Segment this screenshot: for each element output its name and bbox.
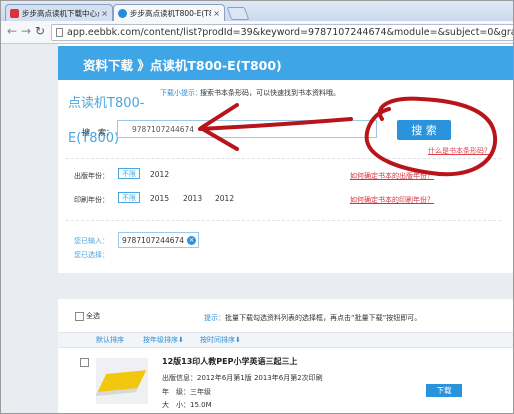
new-tab-button[interactable] <box>226 7 250 20</box>
sort-by-time-label: 按时间排序 <box>200 336 235 344</box>
sort-bar: 默认排序 按年级排序⬇ 按时间排序⬇ <box>58 332 513 348</box>
site-favicon-icon <box>10 8 19 18</box>
item-publish-info: 出版信息：2012年6月第1版 2013年6月第2次印刷 <box>162 374 323 382</box>
book-icon <box>95 370 147 396</box>
selected-label: 您已选择： <box>74 251 109 259</box>
entered-keyword-tag: 9787107244674 × <box>118 232 200 248</box>
what-is-barcode-link[interactable]: 什么是书本条形码？ <box>428 146 491 156</box>
sort-default[interactable]: 默认排序 <box>96 335 124 345</box>
item-title[interactable]: 12版13印人教PEP小学英语三起三上 <box>162 356 297 367</box>
search-button[interactable]: 搜 索 <box>397 120 451 140</box>
page-icon <box>56 28 63 37</box>
close-icon[interactable]: × <box>213 9 220 18</box>
print-year-option[interactable]: 2012 <box>215 194 234 203</box>
sort-by-time[interactable]: 按时间排序⬇ <box>200 335 241 345</box>
banner: 资料下载 》点读机T800-E(T800) <box>58 46 513 80</box>
tab-title: 步步高点读机T800-E(T8 <box>130 8 212 18</box>
batch-hint: 提示：批量下载勾选资料列表的选择框，再点击“批量下载”按钮即可。 <box>204 313 421 323</box>
item-size: 大 小：15.0M <box>162 401 212 409</box>
item-grade: 年 级：三年级 <box>162 388 211 396</box>
tab-strip: 步步高点读机下载中心点 × 步步高点读机T800-E(T8 × <box>1 1 513 21</box>
search-label: 搜 索： <box>82 128 114 137</box>
remove-icon[interactable]: × <box>187 235 197 245</box>
select-all-checkbox[interactable] <box>75 312 84 321</box>
select-all-label: 全选 <box>86 312 100 320</box>
tab-download-center[interactable]: 步步高点读机下载中心点 × <box>5 4 113 21</box>
divider <box>66 220 501 221</box>
search-input[interactable] <box>117 120 377 138</box>
sort-by-grade-label: 按年级排序 <box>143 336 178 344</box>
hint-prefix: 提示： <box>204 314 225 322</box>
print-year-option[interactable]: 2015 <box>150 194 169 203</box>
download-button[interactable]: 下载 <box>426 384 462 397</box>
book-thumbnail <box>95 358 148 404</box>
arrow-down-icon: ⬇ <box>178 336 184 344</box>
divider <box>66 158 501 159</box>
item-checkbox[interactable] <box>80 358 89 367</box>
close-icon[interactable]: × <box>101 9 108 18</box>
sort-by-grade[interactable]: 按年级排序⬇ <box>143 335 184 345</box>
tip-label: 下载小提示： <box>160 89 202 97</box>
browser-window: 步步高点读机下载中心点 × 步步高点读机T800-E(T8 × ← → ↻ ap… <box>0 0 514 414</box>
search-panel: 资料下载 》点读机T800-E(T800) 点读机T800-E(T800) 下载… <box>58 44 513 273</box>
print-year-unlimited-chip[interactable]: 不限 <box>118 192 140 203</box>
toolbar: ← → ↻ app.eebbk.com/content/list?prodId=… <box>1 21 513 44</box>
print-year-label: 印刷年份： <box>74 196 109 204</box>
publish-year-help-link[interactable]: 如何确定书本的出版年份？ <box>350 171 434 181</box>
publish-year-option[interactable]: 2012 <box>150 170 169 179</box>
publish-year-label: 出版年份： <box>74 172 109 180</box>
url-text: app.eebbk.com/content/list?prodId=39&key… <box>67 27 514 38</box>
arrow-down-icon: ⬇ <box>235 336 241 344</box>
tab-t800[interactable]: 步步高点读机T800-E(T8 × <box>113 4 225 21</box>
hint-text: 批量下载勾选资料列表的选择框，再点击“批量下载”按钮即可。 <box>225 314 422 322</box>
tip-text: 搜索书本条形码，可以快速找到书本资料哦。 <box>200 89 340 97</box>
print-year-help-link[interactable]: 如何确定书本的印刷年份？ <box>350 195 434 205</box>
forward-arrow-icon[interactable]: → <box>21 24 31 38</box>
tab-title: 步步高点读机下载中心点 <box>22 8 100 18</box>
entered-keyword: 9787107244674 <box>122 235 185 245</box>
results-panel: 全选 提示：批量下载勾选资料列表的选择框，再点击“批量下载”按钮即可。 默认排序… <box>58 299 513 413</box>
print-year-option[interactable]: 2013 <box>183 194 202 203</box>
entered-label: 您已输入： <box>74 237 109 245</box>
site-favicon-icon <box>118 8 127 18</box>
back-arrow-icon[interactable]: ← <box>7 24 17 38</box>
reload-icon[interactable]: ↻ <box>35 24 45 38</box>
publish-year-unlimited-chip[interactable]: 不限 <box>118 168 140 179</box>
page-content: 资料下载 》点读机T800-E(T800) 点读机T800-E(T800) 下载… <box>1 44 513 413</box>
address-bar[interactable]: app.eebbk.com/content/list?prodId=39&key… <box>51 24 514 41</box>
banner-title: 资料下载 》点读机T800-E(T800) <box>83 58 282 73</box>
